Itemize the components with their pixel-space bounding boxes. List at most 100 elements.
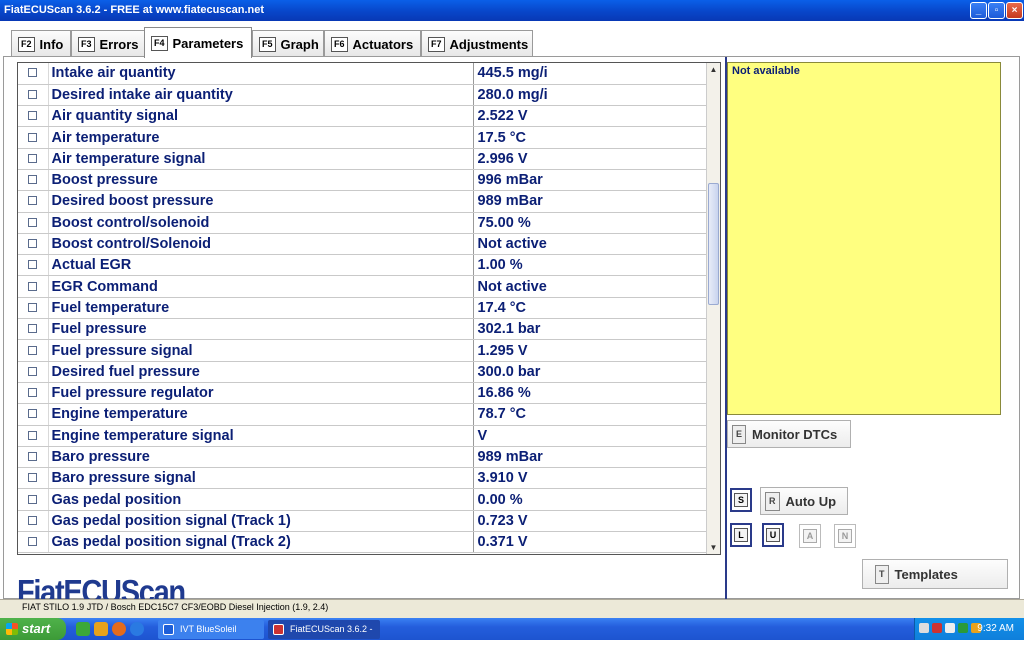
table-row[interactable]: Desired intake air quantity 280.0 mg/i [18, 84, 707, 107]
taskbar-item-fiatecuscan[interactable]: FiatECUScan 3.6.2 - ... [268, 620, 380, 653]
table-row[interactable]: Air quantity signal 2.522 V [18, 105, 707, 128]
tray-arrow-icon[interactable] [919, 623, 929, 633]
row-checkbox-cell[interactable] [18, 425, 49, 447]
row-checkbox[interactable] [28, 366, 38, 376]
tab-parameters[interactable]: F4 Parameters [144, 27, 252, 58]
tab-errors[interactable]: F3 Errors [71, 30, 145, 57]
row-checkbox-cell[interactable] [18, 169, 49, 192]
row-checkbox-cell[interactable] [18, 339, 49, 362]
auto-up-button[interactable]: R Auto Up [760, 487, 848, 515]
row-checkbox[interactable] [28, 388, 38, 398]
s-button[interactable]: S [730, 488, 752, 512]
table-row[interactable]: Air temperature signal 2.996 V [18, 148, 707, 170]
scroll-down-arrow-icon[interactable]: ▼ [707, 541, 720, 554]
row-checkbox-cell[interactable] [18, 382, 49, 405]
table-row[interactable]: Actual EGR 1.00 % [18, 254, 707, 277]
row-checkbox[interactable] [28, 239, 38, 249]
row-checkbox[interactable] [28, 430, 38, 440]
row-checkbox-cell[interactable] [18, 84, 49, 107]
row-checkbox-cell[interactable] [18, 488, 49, 511]
row-checkbox[interactable] [28, 515, 38, 525]
table-row[interactable]: Desired fuel pressure 300.0 bar [18, 361, 707, 383]
tab-actuators[interactable]: F6 Actuators [324, 30, 421, 57]
tab-info[interactable]: F2 Info [11, 30, 71, 57]
row-checkbox[interactable] [28, 537, 38, 547]
u-button[interactable]: U [762, 523, 784, 547]
minimize-button[interactable]: _ [970, 2, 987, 19]
row-checkbox[interactable] [28, 89, 38, 99]
row-checkbox-cell[interactable] [18, 105, 49, 128]
tray-shield-icon[interactable] [932, 623, 942, 633]
table-row[interactable]: Gas pedal position signal (Track 2) 0.371… [18, 531, 707, 554]
maximize-button[interactable]: ▫ [988, 2, 1005, 19]
table-row[interactable]: Intake air quantity 445.5 mg/i [18, 63, 707, 85]
table-row[interactable]: Gas pedal position 0.00 % [18, 488, 707, 511]
row-checkbox-cell[interactable] [18, 63, 49, 85]
n-button[interactable]: N [834, 524, 856, 548]
table-row[interactable]: EGR Command Not active [18, 275, 707, 298]
row-checkbox[interactable] [28, 494, 38, 504]
table-row[interactable]: Boost control/Solenoid Not active [18, 233, 707, 256]
row-checkbox[interactable] [28, 409, 38, 419]
quicklaunch-firefox-icon[interactable] [112, 622, 126, 636]
row-checkbox[interactable] [28, 345, 38, 355]
scroll-up-arrow-icon[interactable]: ▲ [707, 63, 720, 76]
quicklaunch-browser-icon[interactable] [130, 622, 144, 636]
table-row[interactable]: Fuel temperature 17.4 °C [18, 297, 707, 320]
tab-graph[interactable]: F5 Graph [252, 30, 324, 57]
templates-button[interactable]: T Templates [862, 559, 1008, 589]
row-checkbox[interactable] [28, 153, 38, 163]
row-checkbox-cell[interactable] [18, 467, 49, 490]
vertical-scrollbar[interactable]: ▲ ▼ [706, 63, 720, 554]
table-row[interactable]: Fuel pressure 302.1 bar [18, 318, 707, 341]
taskbar-item-bluesoleil[interactable]: IVT BlueSoleil [158, 620, 264, 639]
row-checkbox-cell[interactable] [18, 254, 49, 277]
row-checkbox[interactable] [28, 302, 38, 312]
tray-network-icon[interactable] [958, 623, 968, 633]
tray-speaker-icon[interactable] [945, 623, 955, 633]
row-checkbox[interactable] [28, 281, 38, 291]
quicklaunch-desktop-icon[interactable] [76, 622, 90, 636]
row-checkbox[interactable] [28, 473, 38, 483]
monitor-dtcs-button[interactable]: E Monitor DTCs [727, 420, 851, 448]
start-button[interactable]: start [0, 618, 66, 640]
row-checkbox[interactable] [28, 196, 38, 206]
table-row[interactable]: Gas pedal position signal (Track 1) 0.723… [18, 510, 707, 533]
table-row[interactable]: Boost control/solenoid 75.00 % [18, 212, 707, 234]
tab-adjustments[interactable]: F7 Adjustments [421, 30, 533, 57]
table-row[interactable]: Baro pressure 989 mBar [18, 446, 707, 469]
row-checkbox-cell[interactable] [18, 510, 49, 533]
row-checkbox-cell[interactable] [18, 531, 49, 554]
table-row[interactable]: Baro pressure signal 3.910 V [18, 467, 707, 490]
close-button[interactable]: × [1006, 2, 1023, 19]
row-checkbox[interactable] [28, 451, 38, 461]
row-checkbox-cell[interactable] [18, 297, 49, 320]
row-checkbox[interactable] [28, 111, 38, 121]
row-checkbox[interactable] [28, 260, 38, 270]
row-checkbox-cell[interactable] [18, 126, 49, 149]
a-button[interactable]: A [799, 524, 821, 548]
row-checkbox-cell[interactable] [18, 275, 49, 298]
row-checkbox-cell[interactable] [18, 148, 49, 170]
row-checkbox-cell[interactable] [18, 403, 49, 426]
row-checkbox[interactable] [28, 68, 38, 78]
table-row[interactable]: Fuel pressure signal 1.295 V [18, 339, 707, 362]
row-checkbox-cell[interactable] [18, 361, 49, 383]
row-checkbox-cell[interactable] [18, 233, 49, 256]
row-checkbox[interactable] [28, 175, 38, 185]
table-row[interactable]: Air temperature 17.5 °C [18, 126, 707, 149]
scroll-thumb[interactable] [708, 183, 719, 305]
l-button[interactable]: L [730, 523, 752, 547]
row-checkbox[interactable] [28, 132, 38, 142]
row-checkbox-cell[interactable] [18, 446, 49, 469]
quicklaunch-media-icon[interactable] [94, 622, 108, 636]
row-checkbox-cell[interactable] [18, 212, 49, 234]
row-checkbox[interactable] [28, 324, 38, 334]
table-row[interactable]: Boost pressure 996 mBar [18, 169, 707, 192]
table-row[interactable]: Desired boost pressure 989 mBar [18, 190, 707, 213]
table-row[interactable]: Engine temperature signal V [18, 425, 707, 447]
row-checkbox-cell[interactable] [18, 190, 49, 213]
row-checkbox-cell[interactable] [18, 318, 49, 341]
table-row[interactable]: Fuel pressure regulator 16.86 % [18, 382, 707, 405]
table-row[interactable]: Engine temperature 78.7 °C [18, 403, 707, 426]
